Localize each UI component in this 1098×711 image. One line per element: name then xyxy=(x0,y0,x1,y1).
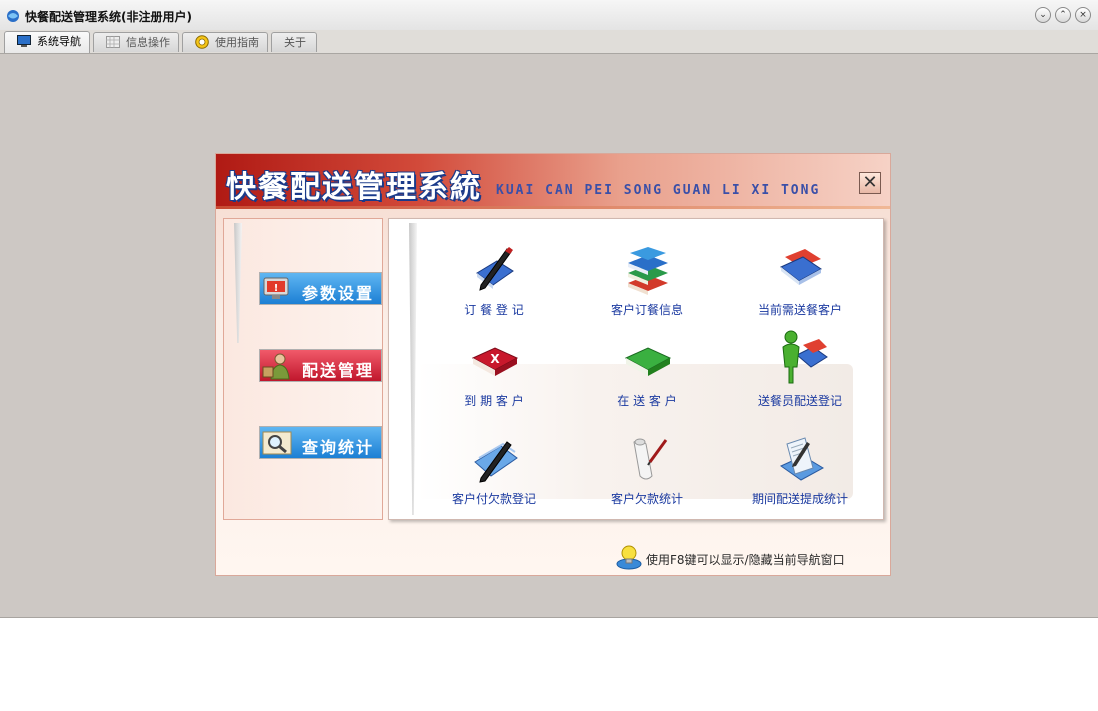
tab-system-nav[interactable]: 系统导航 xyxy=(4,31,90,53)
stacked-books-icon xyxy=(628,247,668,295)
folders-icon xyxy=(780,249,822,285)
grid-item-delivering-customers[interactable]: 在 送 客 户 xyxy=(572,334,722,418)
grid-item-label: 在 送 客 户 xyxy=(617,394,677,408)
app-window: 快餐配送管理系统(非注册用户) ⌄ ⌃ × 系统导航 信息操作 使用指南 关于 … xyxy=(0,0,1098,618)
nav-label: 查询统计 xyxy=(302,438,375,457)
nav-delivery-button[interactable]: 配送管理 xyxy=(259,349,382,382)
decorative-stripe xyxy=(234,223,242,343)
grid-item-debt-statistics[interactable]: 客户欠款统计 xyxy=(572,432,722,516)
grid-item-label: 客户欠款统计 xyxy=(610,492,683,506)
nav-query-button[interactable]: 查询统计 xyxy=(259,426,382,459)
grid-item-courier-register[interactable]: 送餐员配送登记 xyxy=(725,330,875,418)
close-icon: ✕ xyxy=(862,172,878,193)
minimize-button[interactable]: ⌄ xyxy=(1035,7,1051,23)
tab-label: 使用指南 xyxy=(215,36,259,49)
grid-item-label: 客户订餐信息 xyxy=(610,303,683,317)
grid-item-commission-statistics[interactable]: 期间配送提成统计 xyxy=(725,432,875,516)
tab-strip: 系统导航 信息操作 使用指南 关于 xyxy=(0,30,1098,54)
svg-text:X: X xyxy=(490,352,500,366)
app-logo-icon xyxy=(7,10,19,22)
close-button[interactable]: × xyxy=(1075,7,1091,23)
magnifier-icon xyxy=(262,431,292,455)
panel-close-button[interactable]: ✕ xyxy=(859,172,881,194)
tab-about[interactable]: 关于 xyxy=(271,32,317,52)
function-grid: 订 餐 登 记 客户订餐信息 当前需送餐客户 X 到 期 客 户 在 送 客 户… xyxy=(388,218,884,520)
grid-item-label: 到 期 客 户 xyxy=(464,394,524,408)
grid-item-pending-customers[interactable]: 当前需送餐客户 xyxy=(725,243,875,327)
hint-bar: 使用F8键可以显示/隐藏当前导航窗口 xyxy=(616,544,876,572)
tab-label: 信息操作 xyxy=(126,36,170,49)
tab-info-ops[interactable]: 信息操作 xyxy=(93,32,179,52)
grid-item-label: 当前需送餐客户 xyxy=(757,303,842,317)
monitor-icon xyxy=(17,35,31,47)
green-book-icon xyxy=(624,347,672,376)
grid-item-expired-customers[interactable]: X 到 期 客 户 xyxy=(419,334,569,418)
delivery-person-icon xyxy=(262,353,290,380)
tab-label: 关于 xyxy=(284,36,306,49)
panel-header: 快餐配送管理系統 KUAI CAN PEI SONG GUAN LI XI TO… xyxy=(216,154,890,209)
grid-item-payment-register[interactable]: 客户付欠款登记 xyxy=(419,432,569,516)
scroll-pen-icon xyxy=(633,438,668,480)
grid-item-label: 送餐员配送登记 xyxy=(757,394,842,408)
panel-title: 快餐配送管理系統 xyxy=(226,170,482,205)
grid-item-label: 客户付欠款登记 xyxy=(451,492,536,506)
navigation-panel: 快餐配送管理系統 KUAI CAN PEI SONG GUAN LI XI TO… xyxy=(215,153,891,576)
svg-text:!: ! xyxy=(274,283,279,294)
tab-label: 系统导航 xyxy=(37,35,81,48)
pen-notebook-icon xyxy=(476,247,514,291)
lightbulb-icon xyxy=(616,545,642,570)
close-icon: × xyxy=(1079,10,1087,20)
nav-label: 参数设置 xyxy=(302,284,375,303)
chevron-up-icon: ⌃ xyxy=(1059,10,1067,20)
person-folder-icon xyxy=(782,330,828,384)
window-title: 快餐配送管理系统(非注册用户) xyxy=(25,10,192,24)
nav-label: 配送管理 xyxy=(302,361,375,380)
warning-monitor-icon: ! xyxy=(263,277,289,299)
panel-subtitle: KUAI CAN PEI SONG GUAN LI XI TONG xyxy=(496,183,821,198)
help-smiley-icon xyxy=(195,35,209,49)
grid-icon xyxy=(106,36,120,48)
tab-user-guide[interactable]: 使用指南 xyxy=(182,32,268,52)
document-pen-icon xyxy=(779,437,825,481)
grid-item-label: 订 餐 登 记 xyxy=(464,303,524,317)
nav-menu: ! 参数设置 配送管理 查询统计 xyxy=(223,218,383,520)
grid-item-customer-orders[interactable]: 客户订餐信息 xyxy=(572,243,722,327)
hint-text: 使用F8键可以显示/隐藏当前导航窗口 xyxy=(646,553,845,567)
pen-paper-icon xyxy=(474,441,518,483)
nav-settings-button[interactable]: ! 参数设置 xyxy=(259,272,382,305)
decorative-stripe xyxy=(409,223,417,515)
maximize-button[interactable]: ⌃ xyxy=(1055,7,1071,23)
chevron-down-icon: ⌄ xyxy=(1039,10,1047,20)
red-book-x-icon: X xyxy=(471,347,519,376)
title-bar: 快餐配送管理系统(非注册用户) ⌄ ⌃ × xyxy=(0,0,1098,31)
grid-item-order-register[interactable]: 订 餐 登 记 xyxy=(419,243,569,327)
grid-item-label: 期间配送提成统计 xyxy=(751,492,848,506)
